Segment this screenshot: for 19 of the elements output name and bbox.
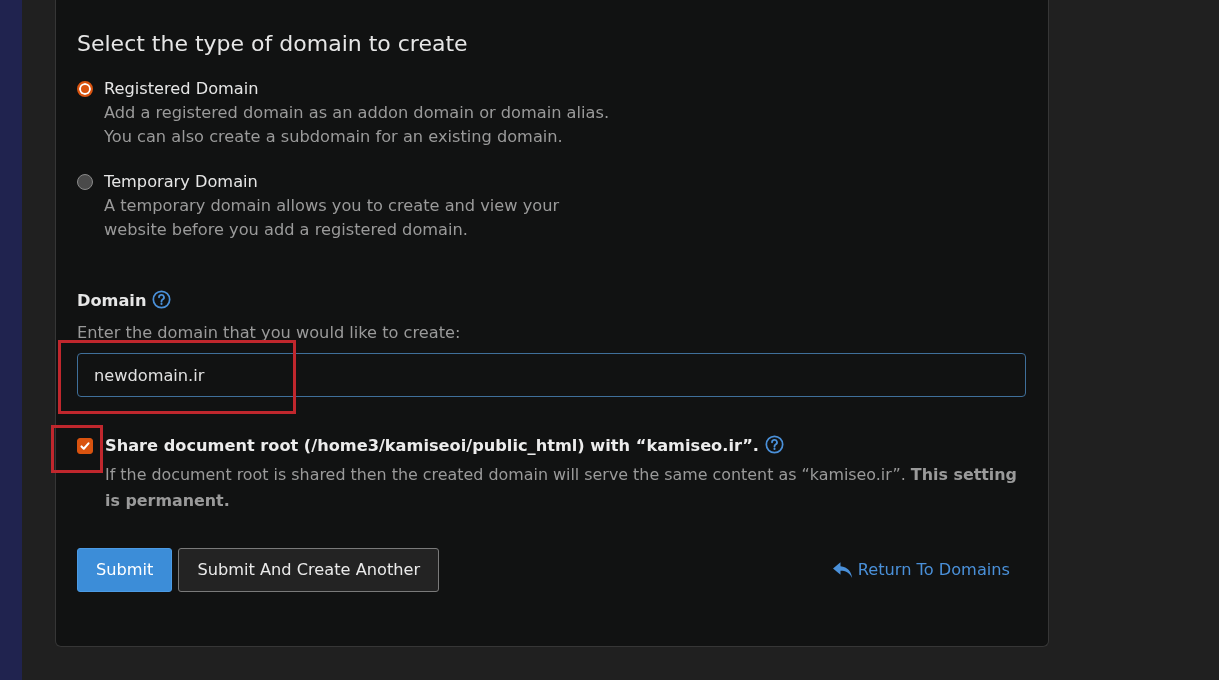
submit-button[interactable]: Submit: [77, 548, 173, 593]
help-icon[interactable]: [152, 290, 172, 309]
field-label: Domain: [77, 291, 147, 310]
option-description: A temporary domain allows you to create and view your website before you add a registered domain.: [104, 195, 560, 241]
option-label[interactable]: Temporary Domain: [104, 170, 560, 194]
radio-button[interactable]: [77, 81, 93, 97]
submit-another-button[interactable]: Submit And Create Another: [178, 548, 440, 593]
reply-arrow-icon: [832, 561, 853, 579]
domain-input-field[interactable]: newdomain.ir: [77, 353, 1026, 398]
option-label[interactable]: Registered Domain: [104, 77, 610, 101]
checkbox-description: If the document root is shared then the created domain will serve the same content as “kamiseo.ir”. This setting is permanent.: [105, 464, 1018, 513]
return-link[interactable]: Return To Domains: [832, 558, 1010, 583]
field-hint: Enter the domain that you would like to create:: [77, 322, 462, 345]
help-icon[interactable]: [765, 435, 784, 455]
checkbox[interactable]: [77, 438, 93, 455]
radio-button[interactable]: [77, 174, 93, 190]
checkbox-label[interactable]: Share document root (/home3/kamiseoi/public_html) with “kamiseo.ir”.: [105, 436, 759, 456]
section-heading: Select the type of domain to create: [77, 30, 469, 58]
option-description: Add a registered domain as an addon domain or domain alias. You can also create a subdomain for an existing domain.: [104, 102, 610, 148]
